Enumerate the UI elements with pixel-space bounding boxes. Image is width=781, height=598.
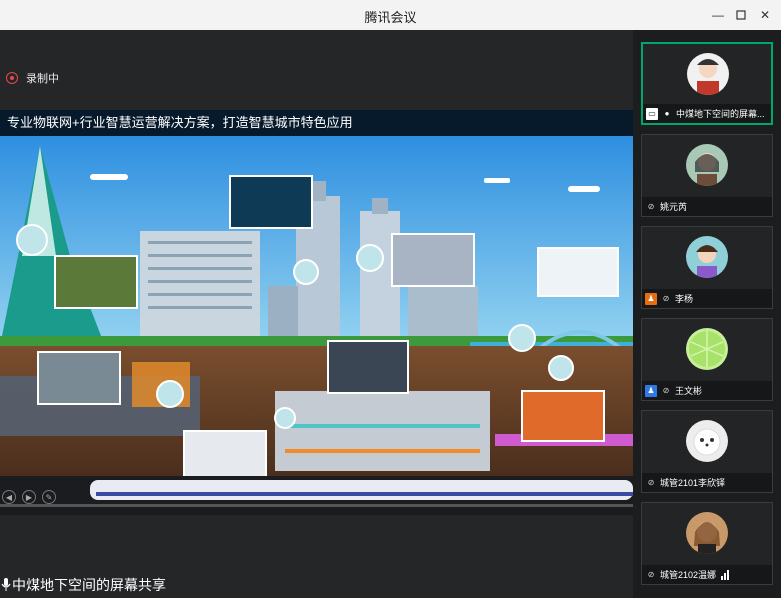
share-label-text: 中煤地下空间的屏幕共享 <box>12 577 166 593</box>
participant-panel: ▭ ● 中煤地下空间的屏幕... ⊘ 姚元芮 ♟ ⊘ 李杨 ♟ ⊘ 王文彬 ⊘ … <box>633 30 781 598</box>
microphone-muted-icon: ⊘ <box>662 294 670 303</box>
maximize-icon[interactable] <box>730 4 752 26</box>
signal-strength-icon <box>721 569 730 580</box>
participant-name: 姚元芮 <box>660 202 688 212</box>
participant-namebar: ⊘ 姚元芮 <box>642 197 772 216</box>
avatar <box>687 53 729 95</box>
participant-tile[interactable]: ⊘ 姚元芮 <box>641 134 773 217</box>
monitor-icon: ▭ <box>646 107 658 120</box>
participant-name: 城管2101李欣铎 <box>660 478 726 488</box>
microphone-muted-icon: ⊘ <box>647 570 655 579</box>
participant-tile[interactable]: ♟ ⊘ 李杨 <box>641 226 773 309</box>
participant-tile-screen-share[interactable]: ▭ ● 中煤地下空间的屏幕... <box>641 42 773 125</box>
participant-tile[interactable]: ♟ ⊘ 王文彬 <box>641 318 773 401</box>
presentation-headline: 专业物联网+行业智慧运营解决方案，打造智慧城市特色应用 <box>0 110 633 136</box>
presentation-controls: ◀ ▶ ✎ <box>0 487 56 507</box>
microphone-icon: ● <box>664 109 670 118</box>
participant-namebar: ♟ ⊘ 李杨 <box>642 289 772 308</box>
participant-namebar: ⊘ 城管2102温娜 <box>642 565 772 584</box>
record-icon <box>6 72 18 84</box>
participant-namebar: ▭ ● 中煤地下空间的屏幕... <box>643 104 771 123</box>
participant-tile[interactable]: ⊘ 城管2102温娜 <box>641 502 773 585</box>
window-title: 腾讯会议 <box>364 10 417 25</box>
recording-label: 录制中 <box>26 73 59 85</box>
minimize-icon[interactable]: — <box>707 4 729 26</box>
pen-icon[interactable]: ✎ <box>42 490 56 504</box>
avatar <box>686 512 728 554</box>
recording-indicator[interactable]: 录制中 <box>6 70 59 86</box>
participant-namebar: ♟ ⊘ 王文彬 <box>642 381 772 400</box>
main-stage: 录制中 专业物联网+行业智慧运营解决方案，打造智慧城市特色应用 ◀ ▶ ✎ 中煤… <box>0 30 633 598</box>
next-slide-icon[interactable]: ▶ <box>22 490 36 504</box>
shared-screen: 专业物联网+行业智慧运营解决方案，打造智慧城市特色应用 <box>0 110 633 515</box>
participant-name: 李杨 <box>675 294 694 304</box>
microphone-muted-icon: ⊘ <box>662 386 670 395</box>
microphone-icon <box>0 578 12 591</box>
avatar <box>686 328 728 370</box>
avatar <box>686 144 728 186</box>
avatar <box>686 420 728 462</box>
screen-share-label: 中煤地下空间的屏幕共享 <box>0 575 166 595</box>
participant-tile[interactable]: ⊘ 城管2101李欣铎 <box>641 410 773 493</box>
title-bar: 腾讯会议 — ✕ <box>0 0 781 31</box>
participant-name: 城管2102温娜 <box>660 570 717 580</box>
host-icon: ♟ <box>645 292 657 305</box>
microphone-muted-icon: ⊘ <box>647 202 655 211</box>
close-icon[interactable]: ✕ <box>754 4 776 26</box>
participant-namebar: ⊘ 城管2101李欣铎 <box>642 473 772 492</box>
microphone-muted-icon: ⊘ <box>647 478 655 487</box>
cohost-icon: ♟ <box>645 384 657 397</box>
participant-name: 王文彬 <box>675 386 703 396</box>
smart-city-illustration <box>0 136 633 515</box>
prev-slide-icon[interactable]: ◀ <box>2 490 16 504</box>
participant-name: 中煤地下空间的屏幕... <box>676 109 765 119</box>
avatar <box>686 236 728 278</box>
